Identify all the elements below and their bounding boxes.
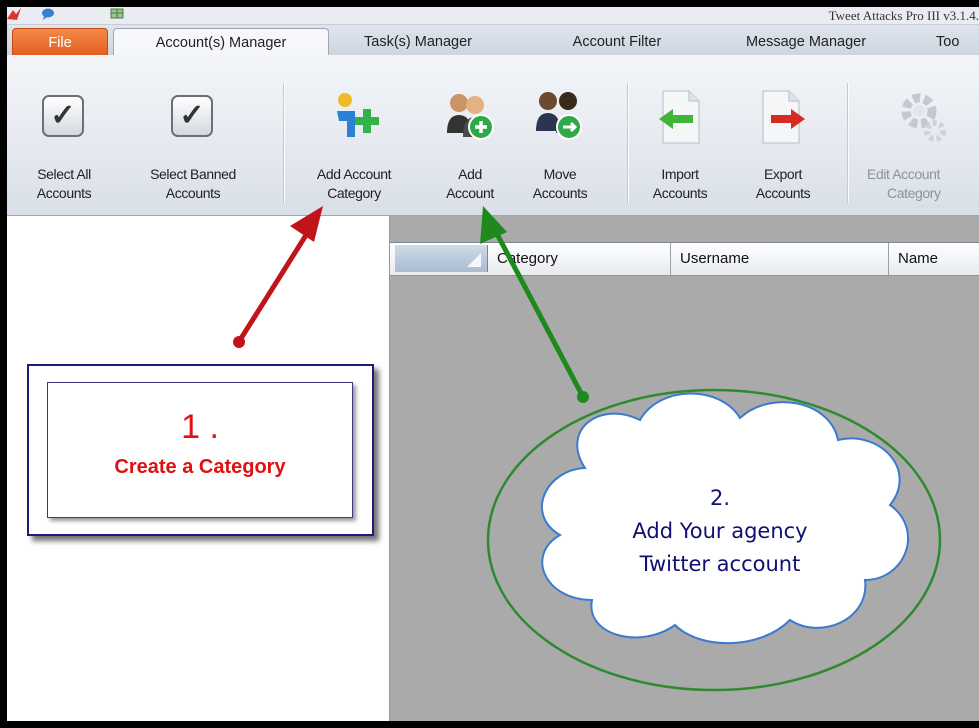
step2-line1: Add Your agency <box>632 519 808 543</box>
chat-icon[interactable] <box>41 8 55 20</box>
app-icon[interactable] <box>7 8 21 20</box>
tab-message-manager[interactable]: Message Manager <box>722 28 890 55</box>
select-all-label-1: Select All <box>37 166 91 182</box>
edit-category-label-1: Edit Account <box>867 166 941 182</box>
ribbon-separator <box>627 83 628 203</box>
ribbon-toolbar: ✓ Select All Accounts ✓ Select Banned Acco… <box>7 55 979 216</box>
grid-icon[interactable] <box>110 8 124 20</box>
add-category-label-2: Category <box>327 185 381 201</box>
step2-number: 2. <box>709 486 731 510</box>
move-accounts-button[interactable]: Move Accounts <box>517 55 603 215</box>
grid-header: Category Username Name <box>390 242 979 276</box>
export-icon <box>762 90 805 144</box>
gear-icon <box>901 93 946 142</box>
export-accounts-button[interactable]: Export Accounts <box>739 55 827 215</box>
add-account-label-1: Add <box>458 166 482 182</box>
step1-text: Create a Category <box>114 456 286 478</box>
select-all-label-2: Accounts <box>36 185 92 201</box>
edit-category-label-2: Category <box>887 185 941 201</box>
ribbon-separator <box>283 83 284 203</box>
step2-line2: Twitter account <box>639 552 801 576</box>
ribbon-tab-bar: File Account(s) Manager Task(s) Manager … <box>7 25 979 58</box>
import-label-1: Import <box>661 166 699 182</box>
corner-triangle-icon <box>467 253 481 267</box>
step2-callout: 2. Add Your agency Twitter account <box>590 482 850 581</box>
move-users-icon <box>536 92 582 140</box>
tab-account-filter[interactable]: Account Filter <box>547 28 687 55</box>
column-header-name[interactable]: Name <box>889 243 979 275</box>
add-category-label-1: Add Account <box>316 166 392 182</box>
checkbox-icon: ✓ <box>42 95 84 137</box>
export-label-1: Export <box>763 166 803 182</box>
import-icon <box>659 90 700 144</box>
select-banned-label-1: Select Banned <box>150 166 236 182</box>
title-bar: Tweet Attacks Pro III v3.1.4. <box>7 7 979 25</box>
accounts-grid[interactable]: Category Username Name <box>390 216 979 721</box>
import-accounts-button[interactable]: Import Accounts <box>637 55 723 215</box>
move-accounts-label-2: Accounts <box>532 185 588 201</box>
move-accounts-label-1: Move <box>543 166 577 182</box>
export-label-2: Accounts <box>755 185 811 201</box>
edit-account-category-button[interactable]: Edit Account Category <box>855 55 979 215</box>
app-window: Tweet Attacks Pro III v3.1.4. File Accou… <box>7 7 979 721</box>
import-label-2: Accounts <box>652 185 708 201</box>
tab-tools[interactable]: Too <box>932 28 979 55</box>
checkbox-icon: ✓ <box>171 95 213 137</box>
select-banned-accounts-button[interactable]: ✓ Select Banned Accounts <box>123 55 263 215</box>
add-category-icon <box>337 93 379 137</box>
ribbon-separator <box>847 83 848 203</box>
step1-number: 1 . <box>181 408 219 446</box>
add-account-button[interactable]: Add Account <box>431 55 509 215</box>
select-banned-label-2: Accounts <box>165 185 221 201</box>
tab-file[interactable]: File <box>12 28 108 56</box>
column-header-category[interactable]: Category <box>488 243 671 275</box>
add-user-icon <box>447 94 494 140</box>
tab-tasks-manager[interactable]: Task(s) Manager <box>340 28 496 55</box>
column-header-username[interactable]: Username <box>671 243 889 275</box>
step1-callout: 1 . Create a Category <box>27 364 374 536</box>
select-all-accounts-button[interactable]: ✓ Select All Accounts <box>15 55 113 215</box>
tab-accounts-manager[interactable]: Account(s) Manager <box>113 28 329 58</box>
add-account-category-button[interactable]: Add Account Category <box>289 55 419 215</box>
grid-select-all-corner[interactable] <box>395 245 488 272</box>
step1-callout-inner: 1 . Create a Category <box>47 382 353 518</box>
add-account-label-2: Account <box>446 185 494 201</box>
window-title: Tweet Attacks Pro III v3.1.4. <box>828 8 979 23</box>
